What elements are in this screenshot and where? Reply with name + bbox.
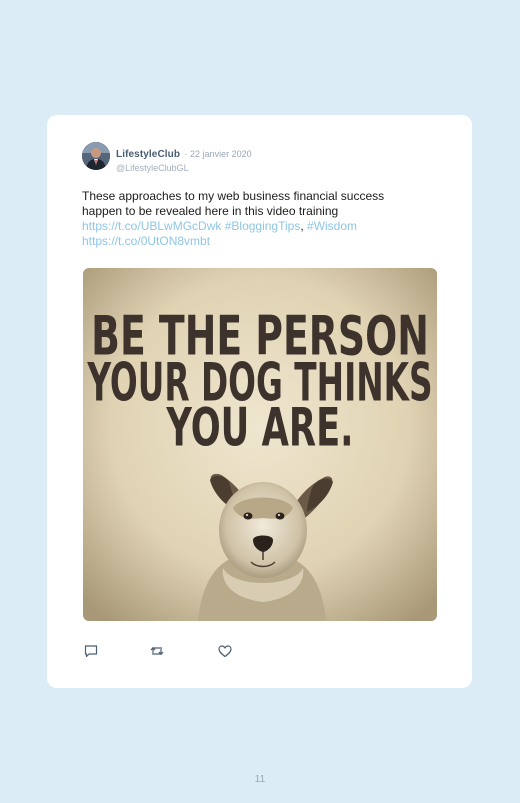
tweet-text-line-1: These approaches to my web business fina… bbox=[82, 189, 385, 203]
hashtag-bloggingtips[interactable]: #BloggingTips bbox=[225, 219, 301, 233]
display-name[interactable]: LifestyleClub bbox=[116, 149, 180, 160]
retweet-icon bbox=[150, 646, 164, 656]
tweet-image[interactable]: BE THE PERSON YOUR DOG THINKS YOU ARE. bbox=[83, 268, 437, 621]
tweet-actions bbox=[83, 643, 283, 661]
tweet-card: LifestyleClub · 22 janvier 2020 @Lifesty… bbox=[47, 115, 472, 688]
reply-button[interactable] bbox=[83, 643, 99, 659]
author-info: LifestyleClub · 22 janvier 2020 @Lifesty… bbox=[116, 144, 252, 173]
tweet-text-line-3: https://t.co/UBLwMGcDwk #BloggingTips, #… bbox=[82, 219, 442, 234]
tweet-link-2[interactable]: https://t.co/0UtON8vmbt bbox=[82, 234, 210, 248]
avatar[interactable] bbox=[82, 142, 110, 170]
hashtag-separator: , bbox=[300, 219, 304, 233]
tweet-header: LifestyleClub · 22 janvier 2020 @Lifesty… bbox=[82, 142, 442, 173]
image-text-line-3: YOU ARE. bbox=[166, 396, 354, 458]
page-number: 11 bbox=[254, 774, 266, 785]
like-button[interactable] bbox=[217, 643, 233, 659]
tweet-text: These approaches to my web business fina… bbox=[82, 189, 442, 249]
user-handle[interactable]: @LifestyleClubGL bbox=[116, 163, 252, 173]
tweet-date[interactable]: · 22 janvier 2020 bbox=[185, 149, 252, 159]
heart-icon bbox=[218, 645, 232, 658]
reply-icon bbox=[84, 645, 98, 658]
tweet-image-graphic: BE THE PERSON YOUR DOG THINKS YOU ARE. bbox=[83, 268, 437, 621]
tweet-text-line-2: happen to be revealed here in this video… bbox=[82, 204, 339, 218]
hashtag-wisdom[interactable]: #Wisdom bbox=[307, 219, 357, 233]
avatar-image bbox=[82, 142, 110, 170]
tweet-text-line-4: https://t.co/0UtON8vmbt bbox=[82, 234, 442, 249]
tweet-link-1[interactable]: https://t.co/UBLwMGcDwk bbox=[82, 219, 221, 233]
retweet-button[interactable] bbox=[149, 643, 165, 659]
